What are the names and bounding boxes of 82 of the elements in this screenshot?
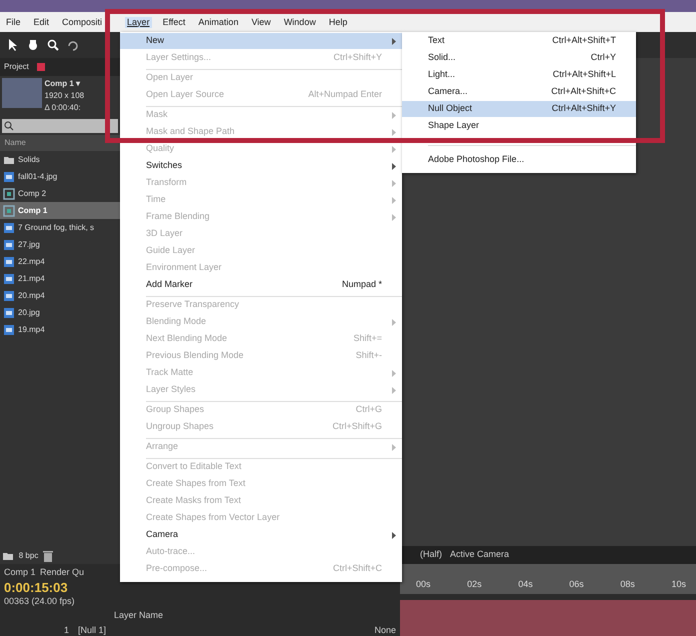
submenu-arrow-icon [392,146,396,152]
menu-item[interactable]: Text Ctrl+Alt+Shift+T [402,35,636,47]
menu-item[interactable]: Solid... Ctrl+Y [402,52,636,64]
project-item[interactable]: 21.mp4 [0,270,120,287]
composition-icon [3,188,15,200]
ruler-label: 06s [569,578,584,591]
file-icon [3,290,15,302]
ruler-label: 00s [416,578,431,591]
menu-item[interactable]: Light... Ctrl+Alt+Shift+L [402,69,636,81]
comp-duration: Δ 0:00:40: [44,102,81,114]
menu-item[interactable]: Window [282,16,318,28]
ruler-label: 08s [620,578,635,591]
file-icon [3,238,15,250]
menu-item[interactable]: View [249,16,273,28]
project-item[interactable]: fall01-4.jpg [0,168,120,185]
submenu-arrow-icon [392,386,396,394]
zoom-tool-icon [46,38,60,52]
menu-item[interactable]: Add Marker Numpad * [120,279,402,291]
project-item[interactable]: Solids [0,151,120,168]
file-icon [3,324,15,336]
layer-name[interactable]: [Null 1] [78,624,106,636]
menu-item[interactable]: Layer [125,16,152,28]
resolution-dropdown[interactable]: (Half) [420,548,442,562]
submenu-arrow-icon [392,444,396,450]
submenu-arrow-icon [392,38,396,44]
menu-item[interactable]: Camera... Ctrl+Alt+Shift+C [402,86,636,98]
trash-icon [42,550,53,562]
layer-number: 1 [64,624,70,636]
timeline-tab[interactable]: Render Qu [40,566,84,580]
parent-dropdown[interactable]: None [374,624,396,636]
submenu-arrow-icon [392,196,396,204]
project-item[interactable]: 27.jpg [0,236,120,253]
submenu-arrow-icon [392,162,396,170]
column-header: Layer Name [114,609,164,622]
project-item[interactable]: 7 Ground fog, thick, s [0,219,120,236]
menu-item[interactable]: Compositi [60,16,104,28]
menu-item[interactable]: Edit [32,16,52,28]
column-header: Name [0,135,120,151]
menu-item[interactable]: Shape Layer [402,120,636,132]
menu-item[interactable]: Camera [120,529,402,541]
folder-icon [2,550,14,562]
panel-tab[interactable]: Project [4,61,29,73]
menu-item[interactable]: File [4,16,23,28]
submenu-arrow-icon [392,532,396,538]
menu-item[interactable]: Help [326,16,350,28]
submenu-arrow-icon [392,214,396,220]
menu-item[interactable]: Null Object Ctrl+Alt+Shift+Y [402,103,636,115]
ruler-label: 04s [518,578,533,591]
project-item[interactable]: 20.jpg [0,304,120,321]
menu-item[interactable]: Effect [160,16,188,28]
timecode: 0:00:15:03 [4,580,68,594]
ruler-label: 10s [671,578,686,591]
menu-item[interactable]: Animation [196,16,240,28]
project-item[interactable]: 19.mp4 [0,321,120,338]
search-field[interactable] [2,118,118,133]
submenu-arrow-icon [392,112,396,118]
project-item[interactable]: 22.mp4 [0,253,120,270]
timeline-tab[interactable]: Comp 1 [4,566,36,580]
composition-icon [3,204,15,216]
thumbnail-placeholder [2,78,42,108]
ruler-label: 02s [467,578,482,591]
comp-size: 1920 x 108 [44,90,84,102]
submenu-arrow-icon [392,180,396,186]
bit-depth-label[interactable]: 8 bpc [18,550,38,562]
color-swatch-icon [36,63,45,71]
menu-item[interactable]: Switches [120,160,402,172]
file-icon [3,222,15,234]
submenu-arrow-icon [392,128,396,136]
file-icon [3,170,15,182]
file-icon [3,256,15,268]
search-icon [4,120,14,131]
menu-item[interactable]: New [120,35,402,47]
submenu-arrow-icon [392,370,396,376]
comp-name: Comp 1 ▾ [44,78,80,90]
file-icon [3,272,15,284]
file-icon [3,306,15,318]
project-item[interactable]: Comp 2 [0,185,120,202]
submenu-arrow-icon [392,318,396,326]
project-item[interactable]: Comp 1 [0,202,120,219]
view-dropdown[interactable]: Active Camera [450,548,510,562]
frame-info: 00363 (24.00 fps) [4,594,75,608]
project-item[interactable]: 20.mp4 [0,287,120,304]
